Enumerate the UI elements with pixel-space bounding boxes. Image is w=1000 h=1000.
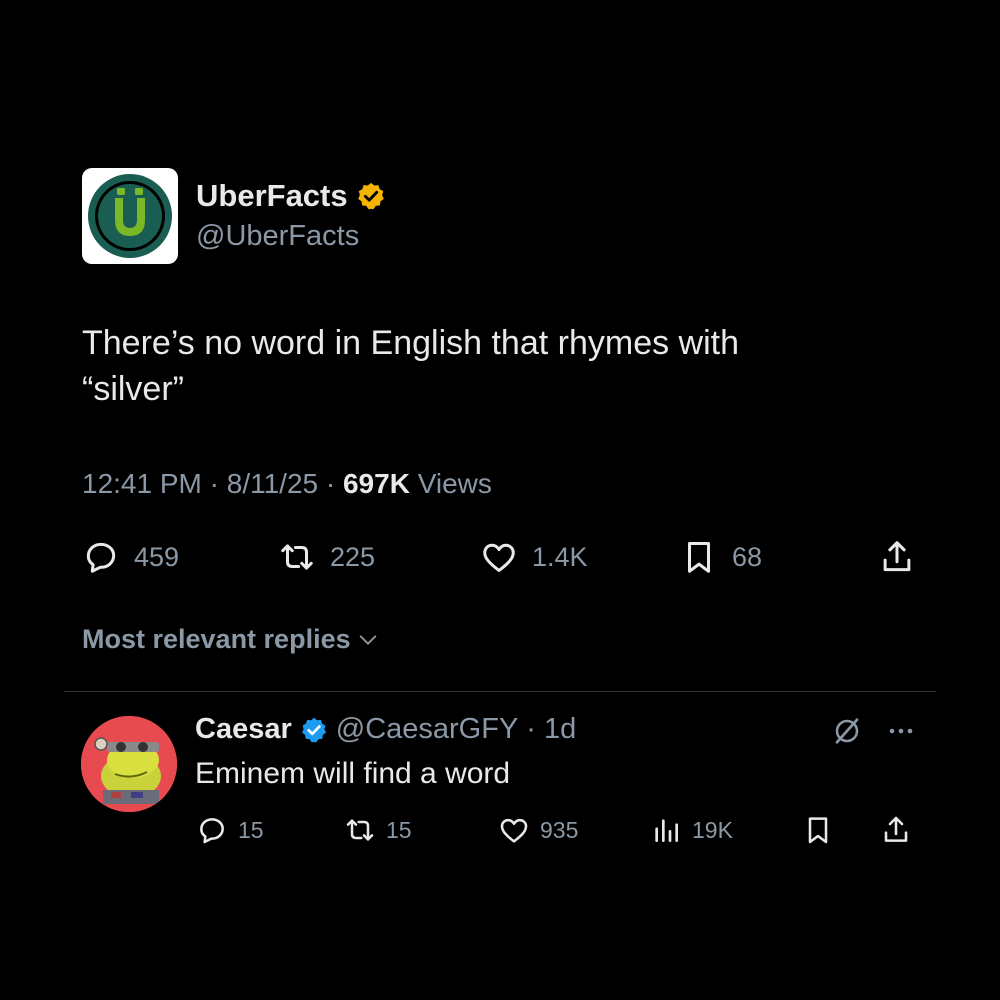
author-name[interactable]: UberFacts (196, 178, 348, 214)
reply-like-count: 935 (540, 816, 579, 843)
share-button[interactable] (878, 536, 916, 578)
reply-views-button[interactable]: 19K (650, 812, 733, 848)
grok-button[interactable] (832, 716, 862, 751)
like-button[interactable]: 1.4K (480, 536, 588, 578)
repost-icon (281, 544, 313, 570)
reply-text: Eminem will find a word (195, 757, 511, 790)
reply-reply-count: 15 (238, 816, 264, 843)
reply-share-button[interactable] (880, 812, 912, 848)
share-icon (884, 816, 908, 842)
reply-age[interactable]: 1d (544, 713, 576, 746)
separator: · (526, 713, 536, 745)
share-icon (883, 541, 911, 572)
tweet-text: There’s no word in English that rhymes w… (82, 320, 862, 412)
reply-bookmark-button[interactable] (802, 812, 834, 848)
reply-author-name[interactable]: Caesar (195, 713, 292, 746)
views-icon (655, 819, 678, 842)
grok-icon (835, 718, 859, 744)
verified-gold-icon (357, 182, 384, 210)
replies-sort-dropdown[interactable]: Most relevant replies (82, 624, 379, 655)
tweet-author[interactable]: UberFacts (196, 178, 386, 214)
reply-like-button[interactable]: 935 (498, 812, 578, 848)
reply-header: Caesar @CaesarGFY · 1d (195, 713, 576, 746)
reply-views-count: 19K (692, 816, 733, 843)
bookmark-icon (687, 542, 711, 573)
chevron-down-icon (359, 634, 376, 645)
reply-author-handle[interactable]: @CaesarGFY (336, 713, 519, 746)
reply-reply-button[interactable]: 15 (196, 812, 264, 848)
more-button[interactable] (886, 719, 916, 748)
author-handle[interactable]: @UberFacts (196, 220, 359, 253)
reply-icon (200, 818, 224, 844)
reply-button[interactable]: 459 (82, 536, 179, 578)
tweet-text-line: There’s no word in English that rhymes w… (82, 324, 740, 362)
bookmark-button[interactable]: 68 (680, 536, 762, 578)
uberfacts-avatar[interactable] (82, 168, 178, 264)
verified-blue-icon (301, 717, 326, 742)
bookmark-icon (808, 817, 828, 844)
like-icon (500, 818, 528, 843)
views-label: Views (417, 468, 492, 499)
tweet-date[interactable]: 8/11/25 (227, 468, 318, 499)
like-icon (483, 543, 515, 572)
reply-repost-button[interactable]: 15 (344, 812, 412, 848)
reply-icon (86, 542, 116, 573)
like-count: 1.4K (532, 541, 588, 572)
tweet-text-line: “silver” (82, 370, 184, 408)
reply-count: 459 (134, 541, 180, 572)
separator: · (209, 468, 219, 499)
repost-count: 225 (330, 541, 376, 572)
replies-sort-label: Most relevant replies (82, 624, 351, 654)
bookmark-count: 68 (732, 541, 763, 572)
more-icon (889, 728, 913, 734)
tweet-time[interactable]: 12:41 PM (82, 468, 202, 499)
frog-avatar-image (81, 716, 177, 812)
repost-button[interactable]: 225 (278, 536, 375, 578)
reply-repost-count: 15 (386, 816, 412, 843)
caesar-avatar[interactable] (81, 716, 177, 812)
tweet-meta: 12:41 PM · 8/11/25 · 697K Views (82, 468, 492, 500)
separator: · (325, 468, 336, 499)
repost-icon (346, 819, 374, 841)
views-count: 697K (342, 468, 410, 499)
uberfacts-logo (88, 174, 172, 258)
divider (64, 691, 936, 692)
